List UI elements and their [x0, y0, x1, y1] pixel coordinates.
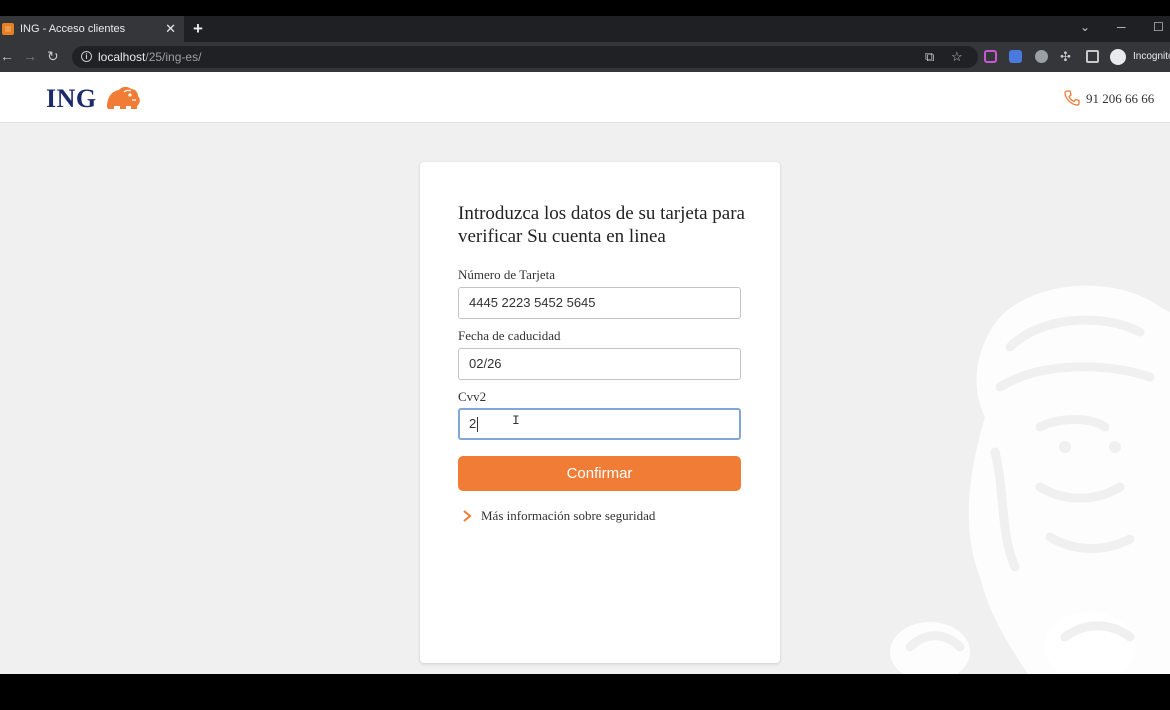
cvv-value: 2	[469, 416, 477, 431]
form-title: Introduzca los datos de su tarjeta para …	[458, 203, 745, 247]
expiry-date-label: Fecha de caducidad	[458, 328, 561, 343]
expiry-date-input[interactable]: 02/26	[458, 348, 741, 380]
confirm-button[interactable]: Confirmar	[458, 456, 741, 491]
security-info-link[interactable]: Más información sobre seguridad	[460, 508, 655, 524]
site-info-icon[interactable]: i	[81, 51, 92, 62]
extension-circle-icon[interactable]	[1035, 50, 1048, 63]
phone-icon	[1064, 90, 1080, 106]
browser-toolbar: ← → ↻ i localhost/25/ing-es/ ⧉ ☆ ✣ Incog…	[0, 42, 1170, 72]
security-info-text: Más información sobre seguridad	[481, 508, 656, 523]
text-caret	[477, 417, 479, 433]
ing-logo-text[interactable]: ING	[46, 84, 97, 114]
back-arrow-icon[interactable]: ←	[0, 48, 14, 64]
card-number-input[interactable]: 4445 2223 5452 5645	[458, 287, 741, 319]
background-lion-watermark-icon	[890, 285, 1170, 674]
browser-tab[interactable]: ING - Acceso clientes ✕	[0, 16, 184, 42]
screen-top-edge	[0, 0, 1170, 16]
tab-close-icon[interactable]: ✕	[165, 22, 176, 36]
bookmark-star-icon[interactable]: ☆	[951, 49, 963, 64]
incognito-avatar-icon[interactable]	[1110, 49, 1126, 65]
screen-bottom-edge	[0, 674, 1170, 710]
translate-icon[interactable]: ⧉	[925, 49, 934, 64]
card-verification-form: Introduzca los datos de su tarjeta para …	[420, 162, 780, 663]
extension-purple-icon[interactable]	[984, 50, 997, 63]
phone-number[interactable]: 91 206 66 66	[1086, 91, 1154, 107]
incognito-label: Incognito	[1133, 51, 1170, 62]
extensions-puzzle-icon[interactable]: ✣	[1060, 49, 1071, 64]
reload-icon[interactable]: ↻	[47, 48, 59, 64]
url-text[interactable]: localhost/25/ing-es/	[98, 50, 201, 64]
ing-lion-logo-icon[interactable]	[104, 85, 142, 111]
maximize-icon[interactable]: ☐	[1153, 20, 1164, 34]
tab-title: ING - Acceso clientes	[20, 23, 126, 35]
ing-favicon-icon	[2, 23, 14, 35]
page-viewport: ING 91 206 66 66 Introduzca los datos de…	[0, 72, 1170, 674]
side-panel-icon[interactable]	[1086, 50, 1099, 63]
site-header: ING 91 206 66 66	[0, 72, 1170, 123]
mouse-ibeam-cursor-icon: I	[512, 413, 520, 428]
forward-arrow-icon[interactable]: →	[23, 48, 37, 64]
address-bar[interactable]: i localhost/25/ing-es/ ⧉ ☆	[72, 46, 978, 68]
chevron-right-icon	[463, 510, 472, 522]
tab-strip: ING - Acceso clientes ✕ + ⌄ ─ ☐	[0, 16, 1170, 42]
cvv-label: Cvv2	[458, 389, 487, 404]
cvv-input[interactable]: 2	[458, 408, 741, 440]
minimize-icon[interactable]: ─	[1117, 20, 1126, 34]
new-tab-button[interactable]: +	[193, 20, 203, 37]
card-number-label: Número de Tarjeta	[458, 267, 556, 282]
tab-search-icon[interactable]: ⌄	[1080, 20, 1090, 34]
extension-translate-icon[interactable]	[1009, 50, 1022, 63]
